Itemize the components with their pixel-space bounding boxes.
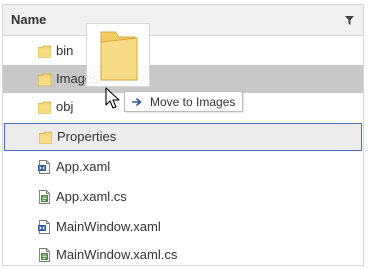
file-tree: Name bin Images obj Properties App.xaml … xyxy=(2,4,364,266)
folder-icon xyxy=(38,101,51,114)
tree-row-label: bin xyxy=(56,43,74,58)
mouse-cursor-icon xyxy=(105,87,120,109)
tree-row-images[interactable]: Images xyxy=(3,65,363,93)
tree-row-label: obj xyxy=(56,99,74,114)
tree-row-app-xaml[interactable]: App.xaml xyxy=(3,153,363,181)
tree-row-label: App.xaml xyxy=(56,159,111,174)
tree-row-mainwindow-xaml-cs[interactable]: MainWindow.xaml.cs xyxy=(3,241,363,265)
tree-row-mainwindow-xaml[interactable]: MainWindow.xaml xyxy=(3,213,363,241)
cs-file-icon xyxy=(39,190,50,204)
tree-row-label: MainWindow.xaml.cs xyxy=(56,247,178,262)
xaml-file-icon xyxy=(38,160,50,174)
xaml-file-icon xyxy=(38,220,50,234)
column-header[interactable]: Name xyxy=(3,5,363,36)
tree-row-bin[interactable]: bin xyxy=(3,37,363,65)
tree-row-app-xaml-cs[interactable]: App.xaml.cs xyxy=(3,183,363,211)
drag-preview xyxy=(86,23,150,87)
folder-icon xyxy=(38,73,51,86)
filter-icon[interactable] xyxy=(345,16,354,25)
arrow-right-icon xyxy=(132,98,142,106)
tree-row-properties[interactable]: Properties xyxy=(4,123,362,151)
folder-icon xyxy=(39,131,52,144)
tree-row-label: Properties xyxy=(57,129,117,144)
drop-tooltip-text: Move to Images xyxy=(150,95,236,109)
tree-row-label: MainWindow.xaml xyxy=(56,219,161,234)
tree-row-label: App.xaml.cs xyxy=(56,189,127,204)
column-header-label: Name xyxy=(11,12,47,27)
folder-icon xyxy=(100,31,138,81)
folder-icon xyxy=(38,45,51,58)
cs-file-icon xyxy=(39,248,50,262)
drop-tooltip: Move to Images xyxy=(124,91,243,112)
